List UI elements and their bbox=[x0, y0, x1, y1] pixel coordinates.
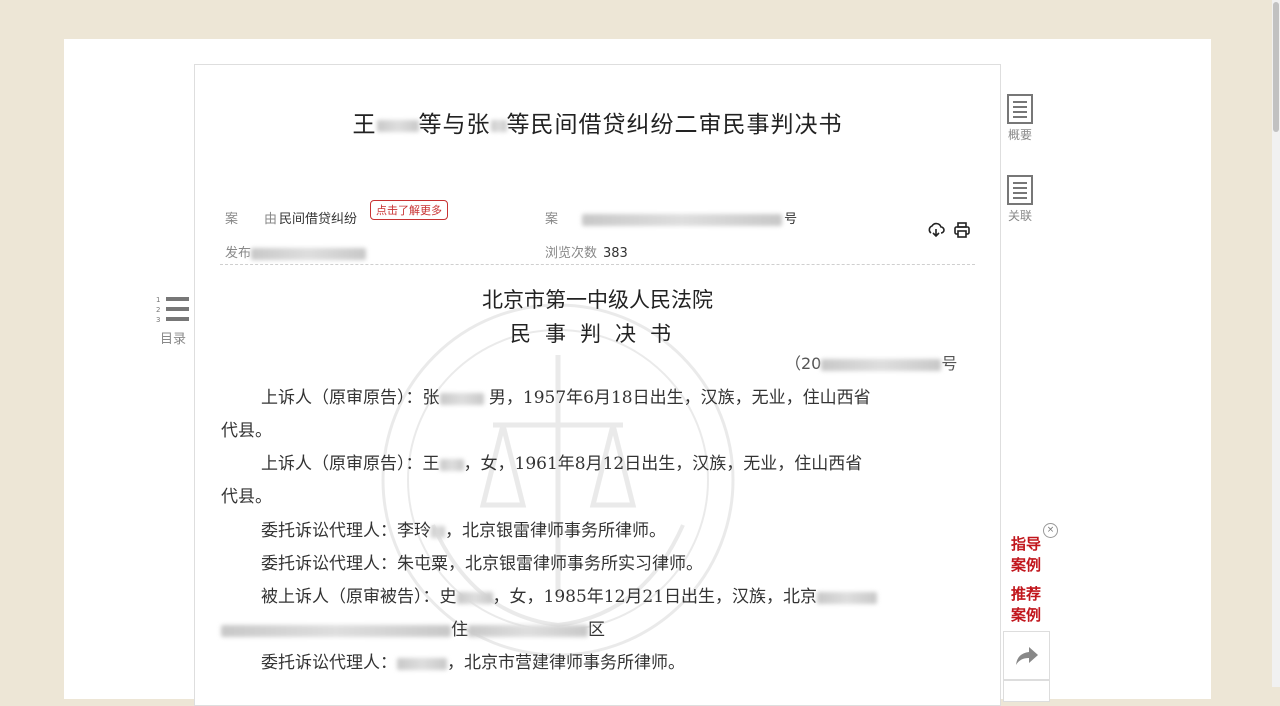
close-icon[interactable]: × bbox=[1043, 523, 1058, 538]
recommended-cases-link[interactable]: 推荐 案例 bbox=[1008, 584, 1044, 626]
share-icon bbox=[1015, 646, 1038, 665]
scrollbar-thumb[interactable] bbox=[1273, 2, 1279, 132]
related-nav[interactable]: 关联 bbox=[1000, 175, 1040, 224]
court-name: 北京市第一中级人民法院 bbox=[482, 288, 713, 312]
toc-icon[interactable]: 1 2 3 bbox=[155, 295, 190, 325]
share-button[interactable] bbox=[1003, 631, 1050, 680]
svg-text:1: 1 bbox=[156, 296, 160, 304]
guide-cases-link[interactable]: 指导 案例 bbox=[1008, 534, 1044, 576]
party-paragraph: 上诉人（原审原告）：王 ，女，1961年8月12日出生，汉族，无业，住山西省 代县… bbox=[221, 454, 863, 507]
learn-more-link[interactable]: 点击了解更多 bbox=[370, 200, 448, 220]
document-type: 民事判决书 bbox=[510, 322, 685, 346]
view-count-field: 浏览次数 383 bbox=[545, 246, 628, 261]
summary-label: 概要 bbox=[1007, 128, 1032, 142]
cause-field: 案 由民间借贷纠纷 bbox=[225, 212, 358, 227]
meta-divider bbox=[220, 264, 975, 265]
summary-icon bbox=[1007, 94, 1033, 124]
party-paragraph: 被上诉人（原审被告）：史 ，女，1985年12月21日出生，汉族，北京 住区 bbox=[221, 581, 971, 647]
case-number-field: 案 号 bbox=[545, 212, 798, 227]
publish-date-field: 发布 bbox=[225, 242, 367, 261]
related-label: 关联 bbox=[1007, 209, 1032, 223]
agent-paragraph: 委托诉讼代理人：朱屯粟，北京银雷律师事务所实习律师。 bbox=[261, 554, 703, 574]
svg-text:2: 2 bbox=[156, 306, 160, 314]
case-number-line: （20 号 bbox=[785, 354, 958, 373]
summary-nav[interactable]: 概要 bbox=[1000, 94, 1040, 143]
party-paragraph: 上诉人（原审原告）：张 男，1957年6月18日出生，汉族，无业，住山西省 代县… bbox=[221, 388, 871, 441]
document-card: 王等与张 等民间借贷纠纷二审民事判决书 案 由民间借贷纠纷 点击了解更多 案 号 … bbox=[194, 64, 1001, 706]
related-icon bbox=[1007, 175, 1033, 205]
agent-paragraph: 委托诉讼代理人：李玲 ，北京银雷律师事务所律师。 bbox=[261, 521, 666, 541]
print-icon[interactable] bbox=[953, 221, 971, 244]
download-icon[interactable] bbox=[927, 221, 945, 244]
secondary-tool-button[interactable] bbox=[1003, 680, 1050, 702]
toc-label[interactable]: 目录 bbox=[160, 328, 186, 347]
document-title: 王等与张 等民间借贷纠纷二审民事判决书 bbox=[352, 112, 843, 138]
svg-text:3: 3 bbox=[156, 316, 160, 324]
agent-paragraph: 委托诉讼代理人： ，北京市营建律师事务所律师。 bbox=[261, 653, 685, 673]
document-tools bbox=[927, 221, 971, 244]
scrollbar[interactable] bbox=[1272, 0, 1280, 687]
